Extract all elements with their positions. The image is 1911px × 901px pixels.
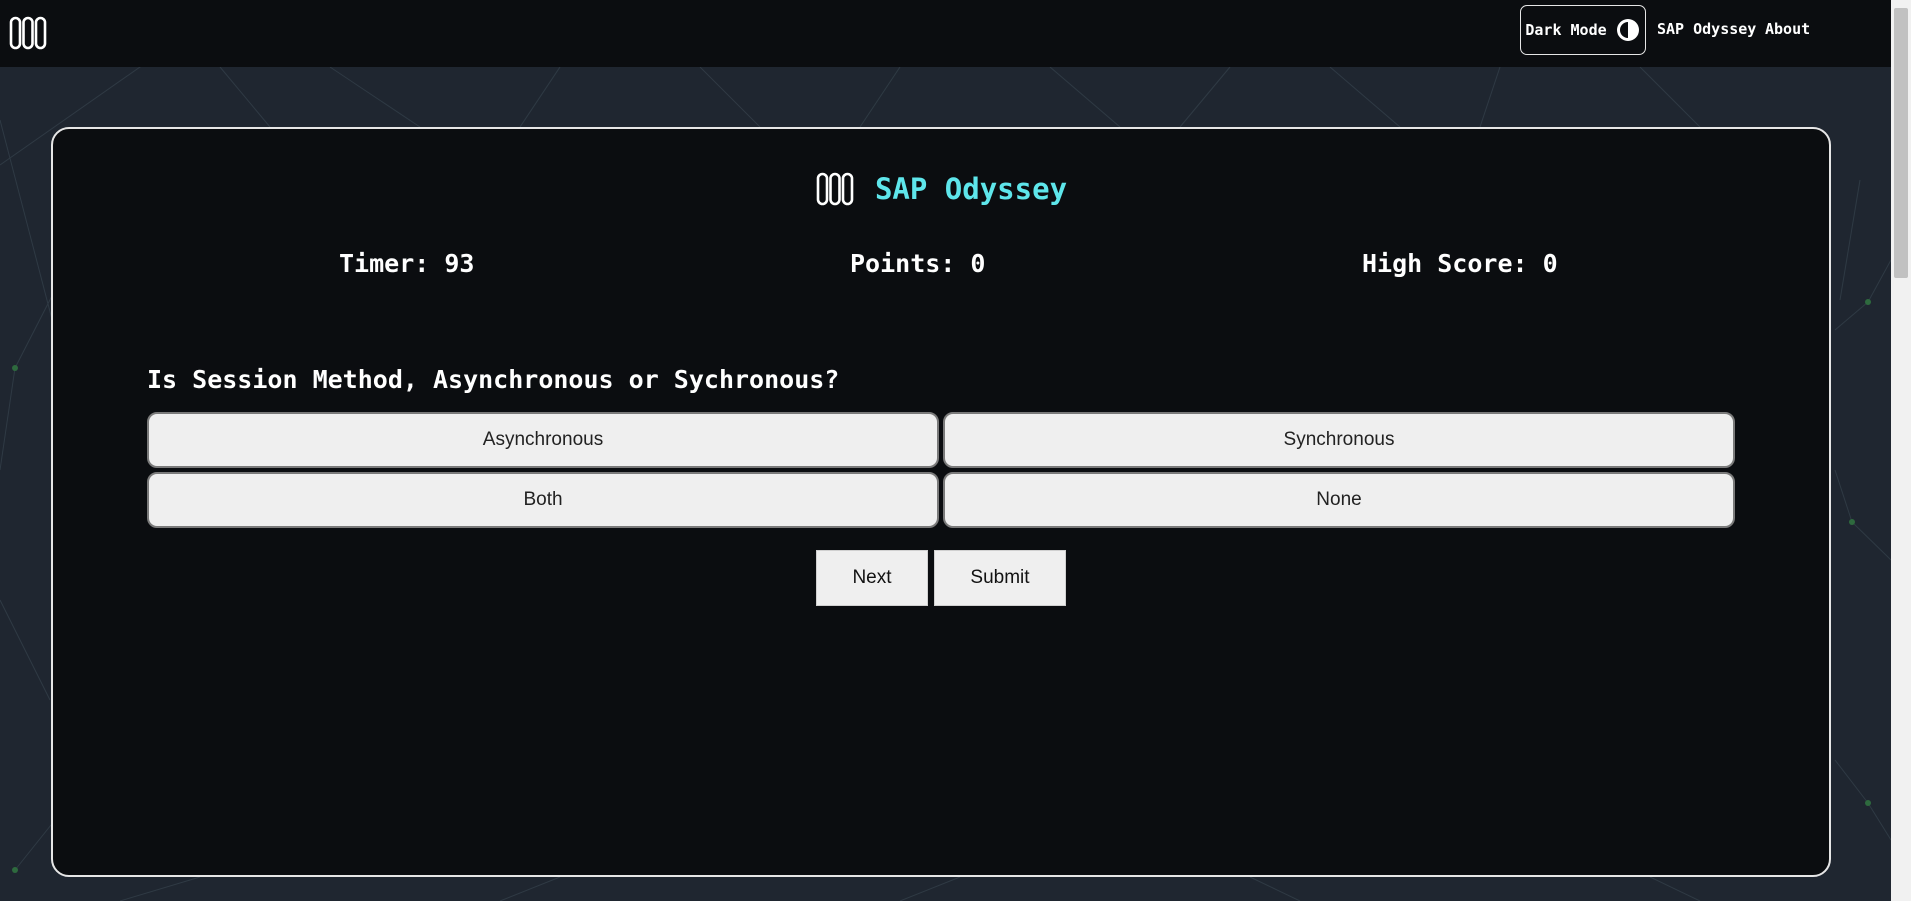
submit-button[interactable]: Submit [934, 550, 1066, 606]
brand-title: SAP Odyssey [874, 172, 1068, 206]
answer-option-both[interactable]: Both [147, 472, 939, 528]
answer-option-none[interactable]: None [943, 472, 1735, 528]
page-scrollbar[interactable] [1891, 0, 1911, 901]
next-button[interactable]: Next [816, 550, 928, 606]
quiz-card: SAP Odyssey Timer: 93 Points: 0 High Sco… [51, 127, 1831, 877]
points-display: Points: 0 [850, 249, 986, 278]
answer-option-synchronous[interactable]: Synchronous [943, 412, 1735, 468]
scrollbar-thumb[interactable] [1894, 8, 1908, 278]
nav-link-sap-odyssey[interactable]: SAP Odyssey [1657, 20, 1756, 38]
quiz-actions: Next Submit [53, 550, 1829, 606]
answer-options: Asynchronous Synchronous Both None [147, 412, 1735, 528]
logo-icon[interactable] [8, 13, 48, 53]
answer-option-asynchronous[interactable]: Asynchronous [147, 412, 939, 468]
dark-mode-toggle[interactable]: Dark Mode [1520, 5, 1646, 55]
logo-icon [816, 172, 854, 206]
half-circle-icon [1616, 19, 1639, 41]
question-text: Is Session Method, Asynchronous or Sychr… [147, 365, 840, 394]
brand-header: SAP Odyssey [53, 169, 1829, 209]
nav-link-about[interactable]: About [1765, 20, 1810, 38]
high-score-display: High Score: 0 [1362, 249, 1558, 278]
timer-display: Timer: 93 [339, 249, 475, 278]
dark-mode-label: Dark Mode [1525, 21, 1607, 39]
top-navbar: Dark Mode SAP Odyssey About [0, 0, 1891, 67]
